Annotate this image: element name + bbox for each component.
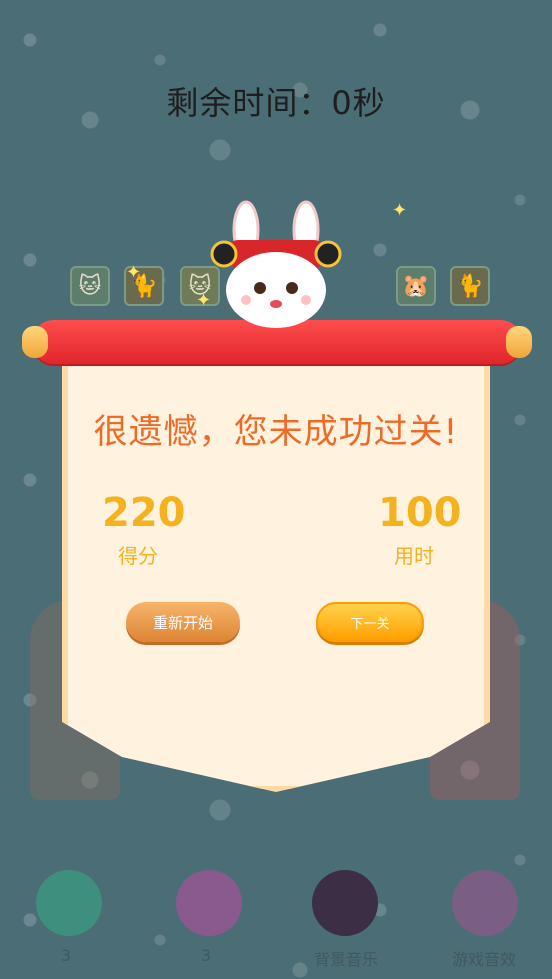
- next-level-button[interactable]: 下一关: [316, 602, 424, 642]
- time-used-label: 用时: [394, 544, 434, 568]
- background-music-button[interactable]: [312, 870, 378, 936]
- lucky-cat-tile-icon[interactable]: 🐈: [450, 266, 490, 306]
- rabbit-mascot-icon: [210, 200, 342, 328]
- hamster-tile-icon[interactable]: 🐹: [396, 266, 436, 306]
- cat-tile-icon[interactable]: 🐱: [70, 266, 110, 306]
- failure-message: 很遗憾，您未成功过关!: [93, 412, 459, 452]
- restart-button[interactable]: 重新开始: [126, 602, 240, 642]
- score-value: 220: [102, 490, 186, 536]
- hint-button[interactable]: [36, 870, 102, 936]
- hint-count: 3: [60, 946, 72, 965]
- sparkle-icon: ✦: [126, 262, 142, 283]
- score-label: 得分: [118, 544, 158, 568]
- game-sound-label: 游戏音效: [451, 950, 516, 969]
- background-music-label: 背景音乐: [313, 950, 378, 969]
- sparkle-icon: ✦: [392, 200, 408, 221]
- shuffle-button[interactable]: [176, 870, 242, 936]
- time-used-value: 100: [378, 490, 462, 536]
- remaining-time: 剩余时间：0秒: [166, 84, 386, 122]
- sparkle-icon: ✦: [196, 290, 212, 311]
- shuffle-count: 3: [200, 946, 212, 965]
- game-sound-button[interactable]: [452, 870, 518, 936]
